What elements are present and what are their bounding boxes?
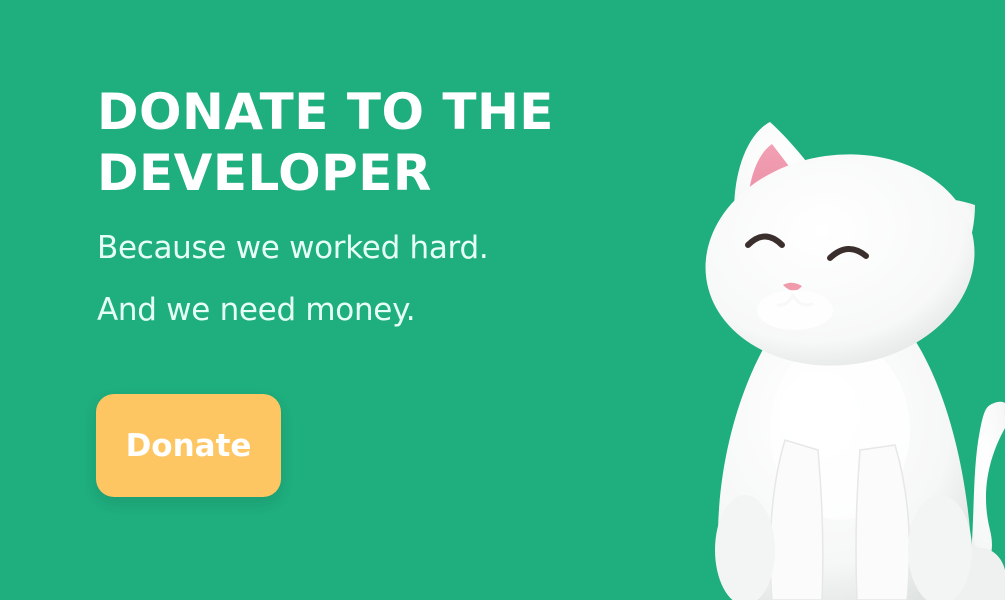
donate-banner: DONATE TO THE DEVELOPER Because we worke… bbox=[0, 0, 1005, 600]
tagline-need-money: And we need money. bbox=[97, 292, 416, 328]
headline-line-1: DONATE TO THE bbox=[97, 83, 554, 141]
cat-illustration-icon bbox=[705, 122, 1005, 600]
donate-button[interactable]: Donate bbox=[96, 394, 281, 497]
headline-line-2: DEVELOPER bbox=[97, 144, 432, 202]
tagline-worked-hard: Because we worked hard. bbox=[97, 230, 489, 266]
headline: DONATE TO THE DEVELOPER bbox=[97, 82, 657, 204]
